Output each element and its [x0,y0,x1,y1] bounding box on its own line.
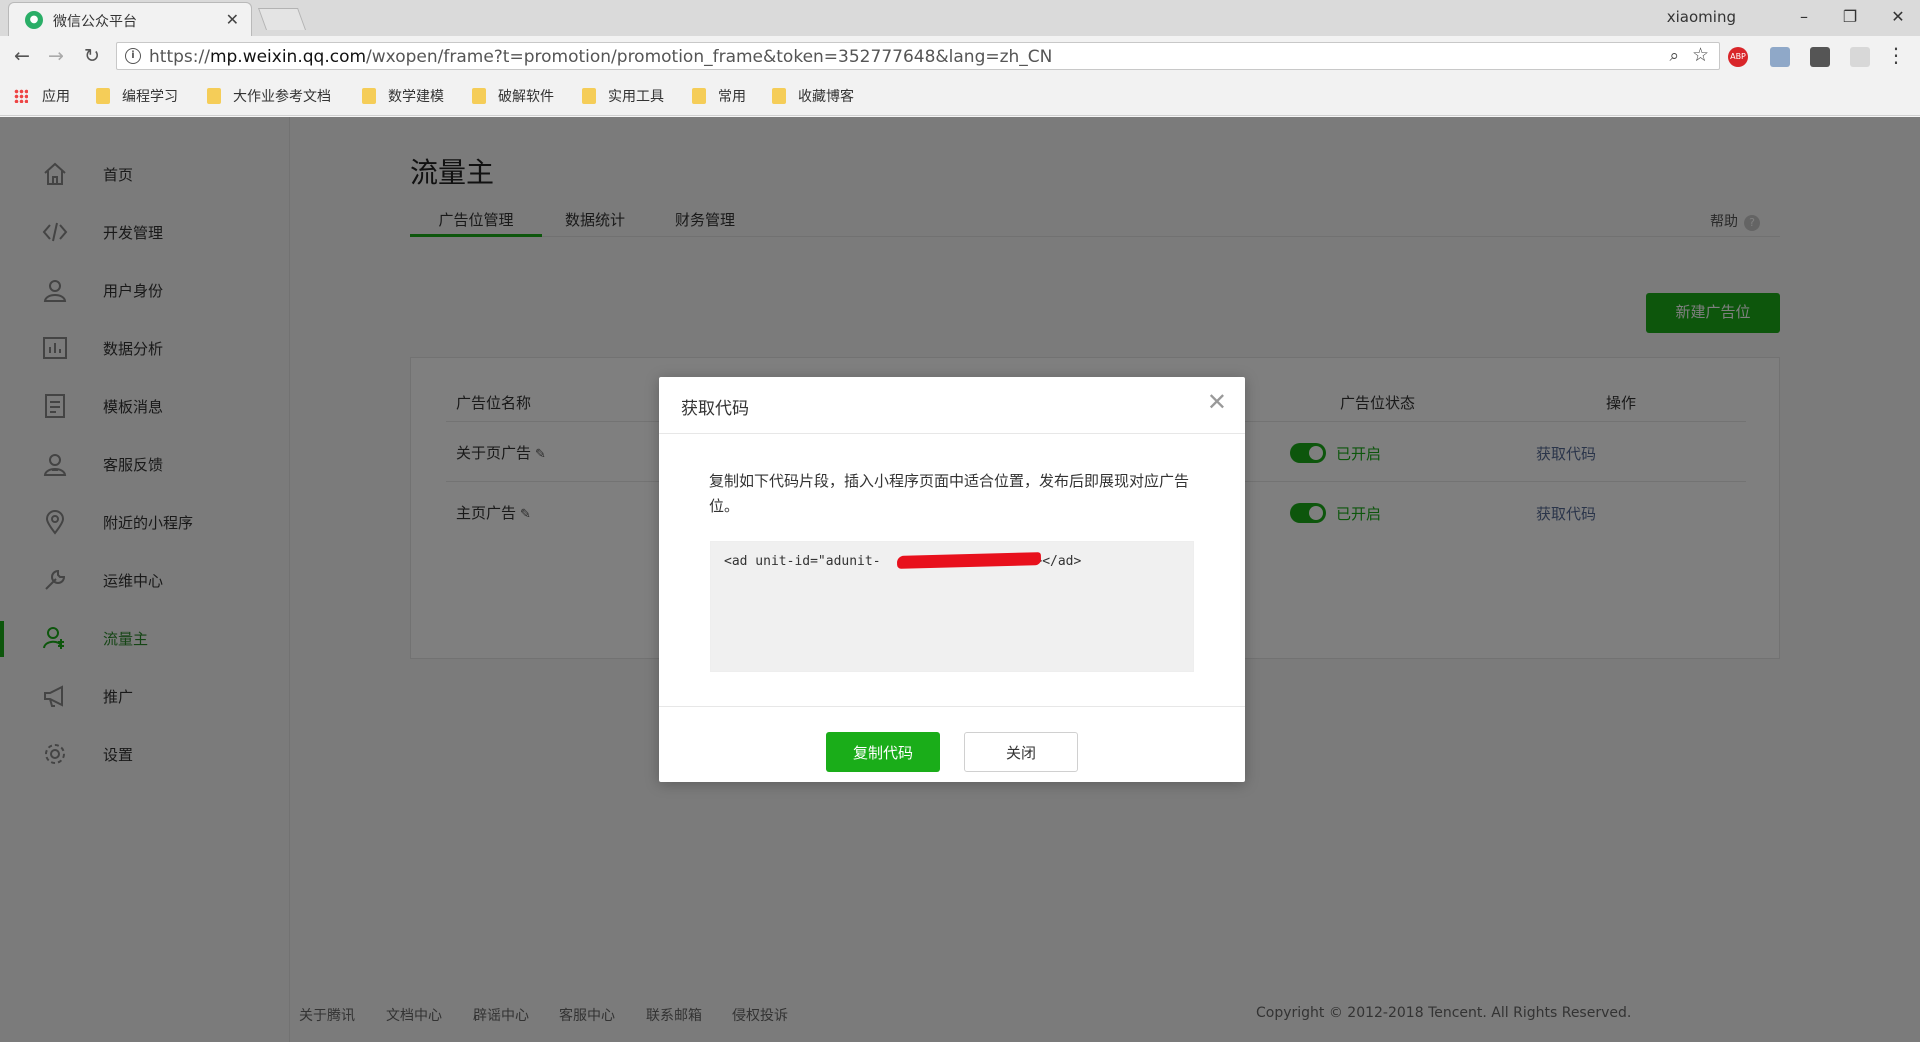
forward-icon[interactable]: → [44,44,68,68]
browser-menu-icon[interactable]: ⋮ [1886,43,1906,67]
address-bar: ← → ↻ i https://mp.weixin.qq.com/wxopen/… [0,36,1920,76]
url-text: https://mp.weixin.qq.com/wxopen/frame?t=… [149,47,1053,67]
tab-title: 微信公众平台 [53,14,137,30]
browser-tabstrip: ● 微信公众平台 ✕ xiaoming – ❐ ✕ [0,0,1920,36]
zoom-icon[interactable]: ⌕ [1669,46,1679,66]
profile-name[interactable]: xiaoming [1667,8,1736,26]
folder-icon [472,88,486,104]
info-icon[interactable]: i [125,48,141,64]
bookmark-folder[interactable]: 大作业参考文档 [207,86,331,106]
folder-icon [96,88,110,104]
copy-code-button[interactable]: 复制代码 [826,732,940,772]
extension-icon[interactable] [1850,47,1870,67]
back-icon[interactable]: ← [10,44,34,68]
folder-icon [207,88,221,104]
url-input[interactable]: i https://mp.weixin.qq.com/wxopen/frame?… [116,42,1720,70]
bookmark-folder[interactable]: 数学建模 [362,86,444,106]
extension-icon[interactable] [1810,47,1830,67]
adblock-extension-icon[interactable]: ABP [1728,47,1748,67]
bookmark-folder[interactable]: 实用工具 [582,86,664,106]
get-code-dialog: 获取代码 ✕ 复制如下代码片段，插入小程序页面中适合位置，发布后即展现对应广告位… [659,377,1245,782]
tab-close-icon[interactable]: ✕ [226,10,239,29]
bookmark-folder[interactable]: 常用 [692,86,746,106]
bookmark-folder[interactable]: 破解软件 [472,86,554,106]
reload-icon[interactable]: ↻ [80,44,104,68]
dialog-title: 获取代码 [681,399,749,419]
code-snippet-box[interactable]: <ad unit-id="adunit- "></ad> [710,541,1194,672]
minimize-icon[interactable]: – [1784,4,1824,30]
close-icon[interactable]: ✕ [1207,390,1227,414]
bookmarks-bar: 应用 编程学习 大作业参考文档 数学建模 破解软件 实用工具 常用 收藏博客 [0,76,1920,116]
close-window-icon[interactable]: ✕ [1878,4,1918,30]
wechat-icon: ● [25,11,43,29]
dialog-description: 复制如下代码片段，插入小程序页面中适合位置，发布后即展现对应广告位。 [709,472,1190,515]
browser-tab[interactable]: ● 微信公众平台 ✕ [8,2,252,36]
bookmark-apps[interactable]: 应用 [14,86,70,106]
extension-icon[interactable] [1770,47,1790,67]
dialog-header: 获取代码 ✕ [659,377,1245,434]
close-button[interactable]: 关闭 [964,732,1078,772]
folder-icon [772,88,786,104]
bookmark-star-icon[interactable]: ☆ [1692,44,1709,66]
bookmark-folder[interactable]: 编程学习 [96,86,178,106]
folder-icon [582,88,596,104]
folder-icon [362,88,376,104]
folder-icon [692,88,706,104]
bookmark-folder[interactable]: 收藏博客 [772,86,854,106]
apps-grid-icon [14,89,28,103]
dialog-footer: 复制代码 关闭 [659,706,1245,782]
restore-icon[interactable]: ❐ [1830,4,1870,30]
new-tab-button[interactable] [257,8,307,30]
